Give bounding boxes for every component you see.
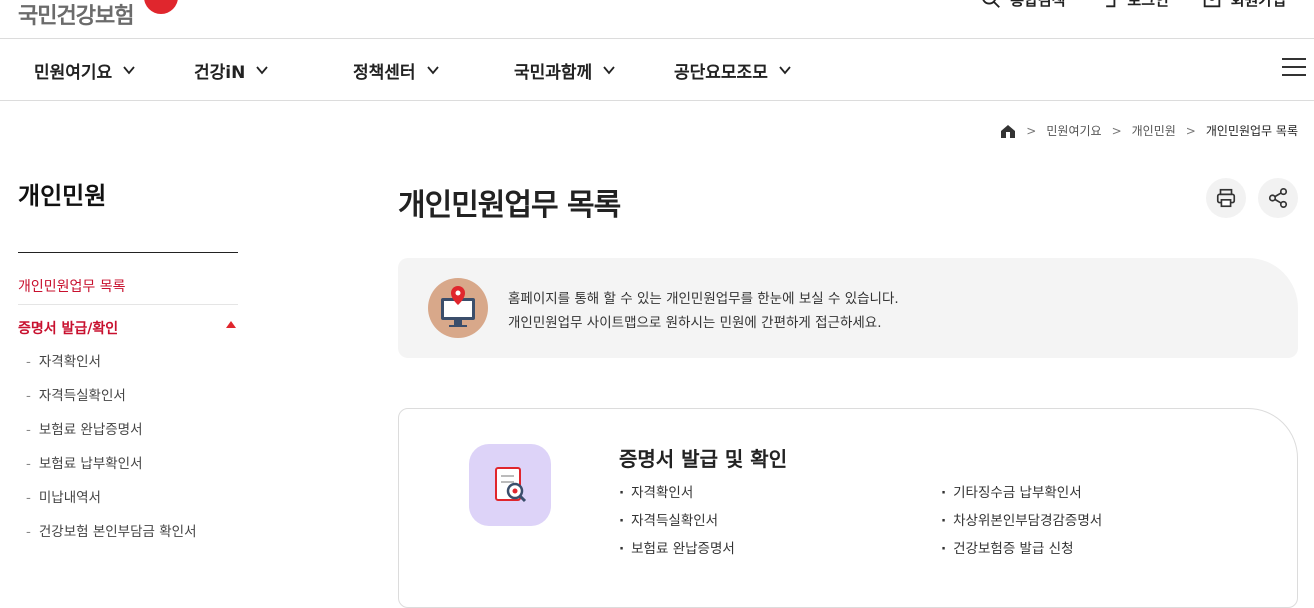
lnb-sub-list: 자격확인서 자격득실확인서 보험료 완납증명서 보험료 납부확인서 미납내역서 … — [26, 350, 197, 554]
lnb-sub-item[interactable]: 자격득실확인서 — [26, 384, 197, 418]
search-icon — [982, 0, 1001, 8]
login-icon — [1106, 0, 1116, 8]
lnb-title: 개인민원 — [18, 182, 107, 210]
card-title: 증명서 발급 및 확인 — [619, 447, 788, 471]
monitor-location-icon — [428, 278, 488, 338]
chevron-down-icon — [603, 66, 615, 75]
gnb-item-policy[interactable]: 정책센터 — [353, 39, 440, 101]
print-button[interactable] — [1206, 178, 1246, 218]
gnb-label: 공단요모조모 — [674, 62, 768, 83]
lnb-sub-item[interactable]: 미납내역서 — [26, 486, 197, 520]
gnb-label: 민원여기요 — [34, 62, 113, 83]
lnb-sub-item[interactable]: 건강보험 본인부담금 확인서 — [26, 520, 197, 554]
breadcrumb-minwon[interactable]: 민원여기요 — [1046, 122, 1101, 139]
chevron-down-icon — [256, 66, 269, 75]
search-label: 통합검색 — [1010, 0, 1065, 10]
lnb-sub-item[interactable]: 보험료 납부확인서 — [26, 452, 197, 486]
card-links-left: 자격확인서 자격득실확인서 보험료 완납증명서 — [619, 481, 735, 565]
lnb-item-list[interactable]: 개인민원업무 목록 — [18, 276, 238, 305]
gnb-item-minwon[interactable]: 민원여기요 — [34, 39, 136, 101]
chevron-right-icon: > — [1026, 123, 1037, 138]
intro-line: 개인민원업무 사이트맵으로 원하시는 민원에 간편하게 접근하세요. — [508, 315, 882, 331]
chevron-down-icon — [426, 66, 439, 75]
chevron-right-icon: > — [1185, 123, 1196, 138]
hamburger-menu-icon[interactable] — [1282, 58, 1306, 80]
login-button[interactable]: 로그인 — [1097, 0, 1169, 10]
share-icon — [1268, 188, 1288, 208]
gnb-label: 국민과함께 — [514, 62, 593, 83]
card-link[interactable]: 자격득실확인서 — [619, 509, 735, 537]
lnb-item-certificate-label: 증명서 발급/확인 — [18, 321, 119, 337]
share-button[interactable] — [1258, 178, 1298, 218]
home-icon[interactable] — [1000, 123, 1016, 139]
lnb-divider — [18, 252, 238, 253]
lnb-item-certificate[interactable]: 증명서 발급/확인 — [18, 318, 238, 338]
signup-button[interactable]: 회원가입 — [1201, 0, 1286, 10]
card-link[interactable]: 자격확인서 — [619, 481, 735, 509]
login-label: 로그인 — [1127, 0, 1168, 10]
gnb-item-about[interactable]: 공단요모조모 — [674, 39, 792, 101]
breadcrumb: > 민원여기요 > 개인민원 > 개인민원업무 목록 — [1000, 122, 1298, 139]
page-title: 개인민원업무 목록 — [398, 188, 621, 223]
gnb-label: 정책센터 — [353, 62, 416, 83]
card-link[interactable]: 차상위본인부담경감증명서 — [941, 509, 1102, 537]
document-search-icon — [469, 444, 551, 526]
print-icon — [1216, 188, 1236, 208]
collapse-arrow-icon — [226, 321, 236, 328]
card-link[interactable]: 기타징수금 납부확인서 — [941, 481, 1102, 509]
user-icon — [1203, 0, 1221, 8]
top-header: 국민건강보험 통합검색 로그인 회원가입 — [0, 0, 1314, 39]
gnb-item-together[interactable]: 국민과함께 — [514, 39, 616, 101]
global-nav: 민원여기요 건강iN 정책센터 국민과함께 공단요모조모 — [0, 39, 1314, 101]
util-menu: 통합검색 로그인 회원가입 — [980, 0, 1286, 10]
lnb-sub-item[interactable]: 보험료 완납증명서 — [26, 418, 197, 452]
lnb-sub-item[interactable]: 자격확인서 — [26, 350, 197, 384]
gnb-item-health-in[interactable]: 건강iN — [194, 39, 269, 101]
intro-line: 홈페이지를 통해 할 수 있는 개인민원업무를 한눈에 보실 수 있습니다. — [508, 291, 899, 307]
breadcrumb-current: 개인민원업무 목록 — [1205, 124, 1298, 138]
gnb-label: 건강iN — [194, 62, 246, 83]
search-button[interactable]: 통합검색 — [980, 0, 1065, 10]
logo-text: 국민건강보험 — [18, 4, 134, 29]
chevron-down-icon — [123, 66, 135, 75]
logo-mark — [144, 0, 178, 14]
category-card-certificate: 증명서 발급 및 확인 자격확인서 자격득실확인서 보험료 완납증명서 기타징수… — [398, 408, 1298, 608]
breadcrumb-personal[interactable]: 개인민원 — [1132, 122, 1176, 139]
chevron-down-icon — [779, 66, 791, 75]
signup-label: 회원가입 — [1231, 0, 1286, 10]
card-link[interactable]: 보험료 완납증명서 — [619, 537, 735, 565]
chevron-right-icon: > — [1111, 123, 1122, 138]
intro-box: 홈페이지를 통해 할 수 있는 개인민원업무를 한눈에 보실 수 있습니다. 개… — [398, 258, 1298, 358]
card-link[interactable]: 건강보험증 발급 신청 — [941, 537, 1102, 565]
card-links-right: 기타징수금 납부확인서 차상위본인부담경감증명서 건강보험증 발급 신청 — [941, 481, 1102, 565]
